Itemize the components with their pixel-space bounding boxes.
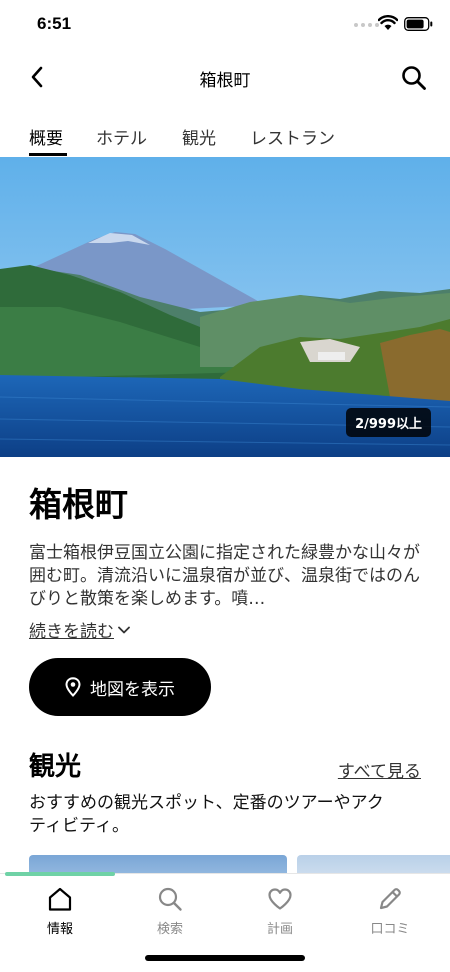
bottom-tab-search-label: 検索 bbox=[156, 922, 183, 937]
home-indicator bbox=[145, 955, 305, 961]
wifi-icon bbox=[378, 15, 398, 30]
tab-restaurants[interactable]: レストラン bbox=[250, 124, 335, 149]
tab-bar-active-indicator bbox=[5, 872, 115, 876]
bottom-tab-reviews-label: 口コミ bbox=[370, 922, 410, 937]
status-bar: 6:51 bbox=[0, 0, 450, 50]
map-pin-icon bbox=[65, 677, 81, 697]
tab-hotels[interactable]: ホテル bbox=[96, 124, 147, 149]
battery-icon bbox=[404, 17, 433, 31]
section-tabs: 概要 ホテル 観光 レストラン bbox=[0, 118, 450, 158]
read-more-link[interactable]: 続きを読む bbox=[29, 617, 130, 642]
tab-overview[interactable]: 概要 bbox=[29, 124, 63, 149]
home-icon bbox=[48, 887, 72, 911]
search-icon bbox=[158, 887, 182, 911]
bottom-tab-plan-label: 計画 bbox=[266, 922, 293, 937]
bottom-tab-info-label: 情報 bbox=[46, 922, 73, 937]
heart-icon bbox=[268, 888, 292, 910]
show-map-button[interactable]: 地図を表示 bbox=[29, 658, 211, 716]
chevron-down-icon bbox=[118, 626, 130, 633]
sightseeing-description: おすすめの観光スポット、定番のツアーやアクティビティ。 bbox=[29, 793, 384, 836]
bottom-tab-reviews[interactable]: 口コミ bbox=[334, 884, 446, 937]
show-map-label: 地図を表示 bbox=[90, 679, 175, 700]
tab-sightseeing[interactable]: 観光 bbox=[182, 124, 216, 149]
nav-bar: 箱根町 bbox=[0, 54, 450, 100]
search-button[interactable] bbox=[398, 62, 430, 94]
signal-icon bbox=[354, 23, 379, 27]
place-title: 箱根町 bbox=[29, 485, 128, 524]
page-title: 箱根町 bbox=[199, 71, 251, 91]
bottom-tab-search[interactable]: 検索 bbox=[114, 884, 226, 937]
sightseeing-section-title: 観光 bbox=[29, 752, 82, 782]
hero-image[interactable]: 2/999以上 bbox=[0, 157, 450, 457]
tab-active-underline bbox=[29, 153, 67, 156]
read-more-label: 続きを読む bbox=[29, 622, 114, 642]
place-description: 富士箱根伊豆国立公園に指定された緑豊かな山々が囲む町。清流沿いに温泉宿が並び、温… bbox=[29, 543, 420, 609]
photo-counter-badge: 2/999以上 bbox=[346, 408, 431, 437]
bottom-tab-plan[interactable]: 計画 bbox=[224, 884, 336, 937]
see-all-link[interactable]: すべて見る bbox=[338, 757, 421, 782]
bottom-tab-info[interactable]: 情報 bbox=[4, 884, 116, 937]
search-icon bbox=[402, 66, 426, 90]
status-time: 6:51 bbox=[37, 14, 72, 33]
pencil-icon bbox=[379, 888, 401, 910]
